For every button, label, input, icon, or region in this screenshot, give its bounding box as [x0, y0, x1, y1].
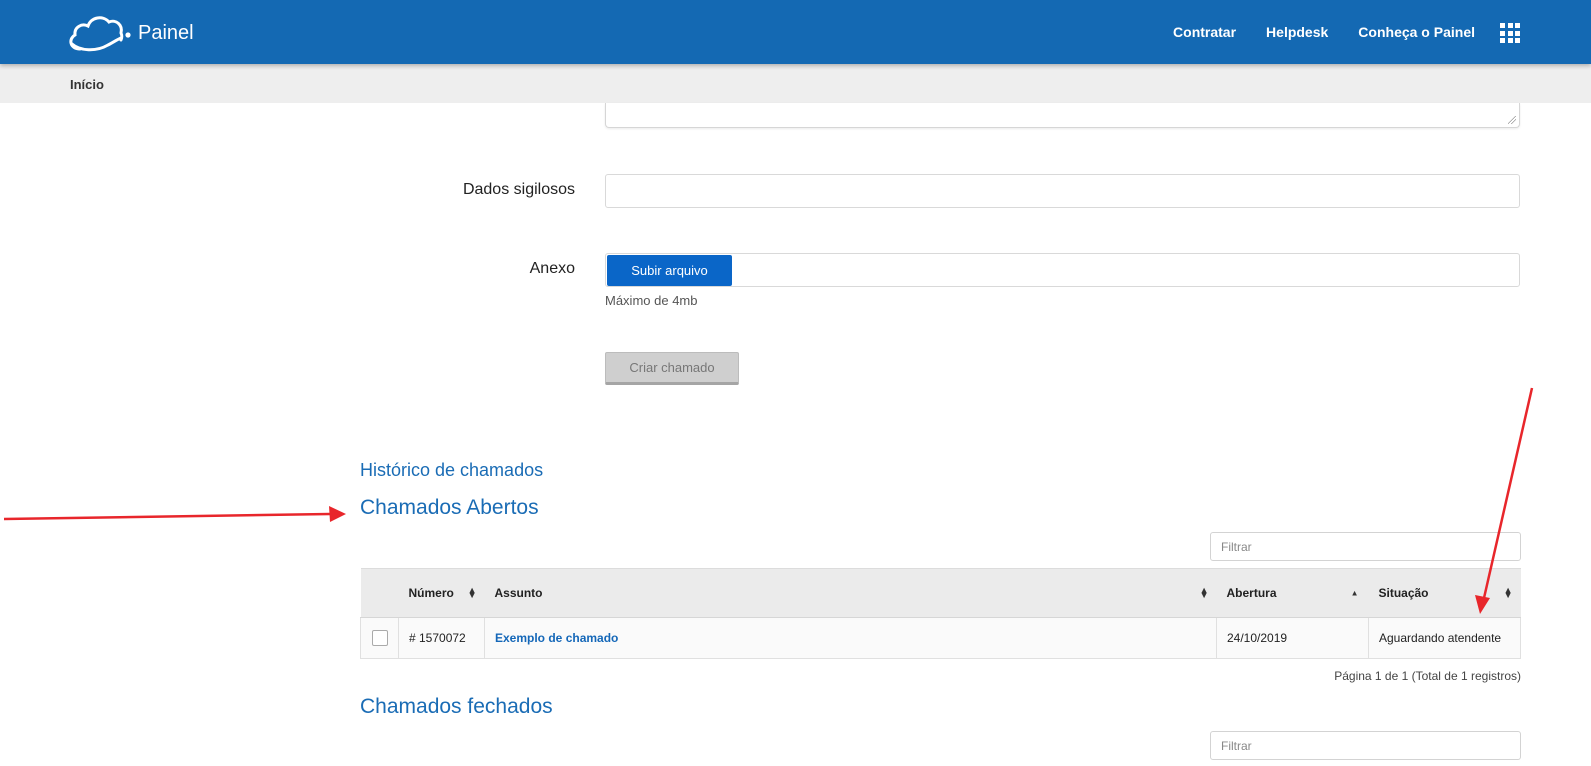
resize-grip-icon[interactable]	[1508, 116, 1516, 124]
breadcrumb: Início	[0, 64, 1591, 103]
column-situacao[interactable]: Situação ▲ ▼	[1368, 568, 1521, 618]
table-header-row: Número ▲ ▼ Assunto ▲ ▼ Abertura ▲ Situação…	[360, 568, 1521, 618]
top-navbar: Painel Contratar Helpdesk Conheça o Pain…	[0, 0, 1591, 64]
sort-icon[interactable]: ▲ ▼	[1200, 586, 1209, 600]
brand[interactable]: Painel	[66, 11, 194, 55]
column-label: Número	[408, 586, 454, 600]
closed-tickets-title: Chamados fechados	[360, 695, 553, 718]
description-textarea[interactable]	[605, 103, 1520, 128]
row-select-cell	[360, 617, 399, 659]
cloud-logo-icon	[69, 16, 131, 52]
apps-grid-icon[interactable]	[1500, 23, 1520, 43]
open-tickets-table: Número ▲ ▼ Assunto ▲ ▼ Abertura ▲ Situação…	[360, 568, 1521, 659]
open-tickets-title: Chamados Abertos	[360, 496, 539, 519]
pagination-info: Página 1 de 1 (Total de 1 registros)	[1334, 669, 1521, 683]
column-numero[interactable]: Número ▲ ▼	[398, 568, 485, 618]
column-label: Abertura	[1226, 586, 1277, 600]
open-filter-input[interactable]	[1210, 532, 1521, 561]
sort-icon[interactable]: ▲ ▼	[1504, 586, 1513, 600]
history-title[interactable]: Histórico de chamados	[360, 460, 543, 481]
nav-contratar[interactable]: Contratar	[1173, 24, 1236, 40]
confidential-input[interactable]	[605, 174, 1520, 208]
create-ticket-button[interactable]: Criar chamado	[605, 352, 739, 385]
table-row[interactable]: # 1570072 Exemplo de chamado 24/10/2019 …	[360, 617, 1521, 659]
column-label: Assunto	[494, 586, 543, 600]
ticket-opened-date: 24/10/2019	[1216, 617, 1369, 659]
ticket-status: Aguardando atendente	[1368, 617, 1521, 659]
ticket-subject-link[interactable]: Exemplo de chamado	[495, 631, 618, 645]
ticket-subject-cell: Exemplo de chamado	[484, 617, 1217, 659]
nav-conheca-painel[interactable]: Conheça o Painel	[1358, 24, 1475, 40]
confidential-label: Dados sigilosos	[462, 181, 575, 198]
ticket-number: # 1570072	[398, 617, 485, 659]
column-label: Situação	[1378, 586, 1429, 600]
column-abertura[interactable]: Abertura ▲	[1216, 568, 1369, 618]
sort-icon[interactable]: ▲ ▼	[468, 586, 477, 600]
select-column-header	[360, 568, 399, 618]
closed-filter-input[interactable]	[1210, 731, 1521, 760]
column-assunto[interactable]: Assunto ▲ ▼	[484, 568, 1217, 618]
sort-ascending-icon[interactable]: ▲	[1351, 589, 1359, 598]
attachment-label: Anexo	[529, 260, 575, 277]
nav-links: Contratar Helpdesk Conheça o Painel	[1143, 0, 1475, 64]
brand-name: Painel	[138, 22, 194, 44]
upload-file-button[interactable]: Subir arquivo	[607, 255, 732, 286]
nav-helpdesk[interactable]: Helpdesk	[1266, 24, 1328, 40]
attachment-field[interactable]: Subir arquivo	[605, 253, 1520, 287]
arrow-to-open-tickets-icon	[3, 506, 346, 522]
row-checkbox[interactable]	[371, 630, 388, 646]
breadcrumb-home[interactable]: Início	[70, 77, 104, 92]
max-size-hint: Máximo de 4mb	[605, 293, 698, 308]
